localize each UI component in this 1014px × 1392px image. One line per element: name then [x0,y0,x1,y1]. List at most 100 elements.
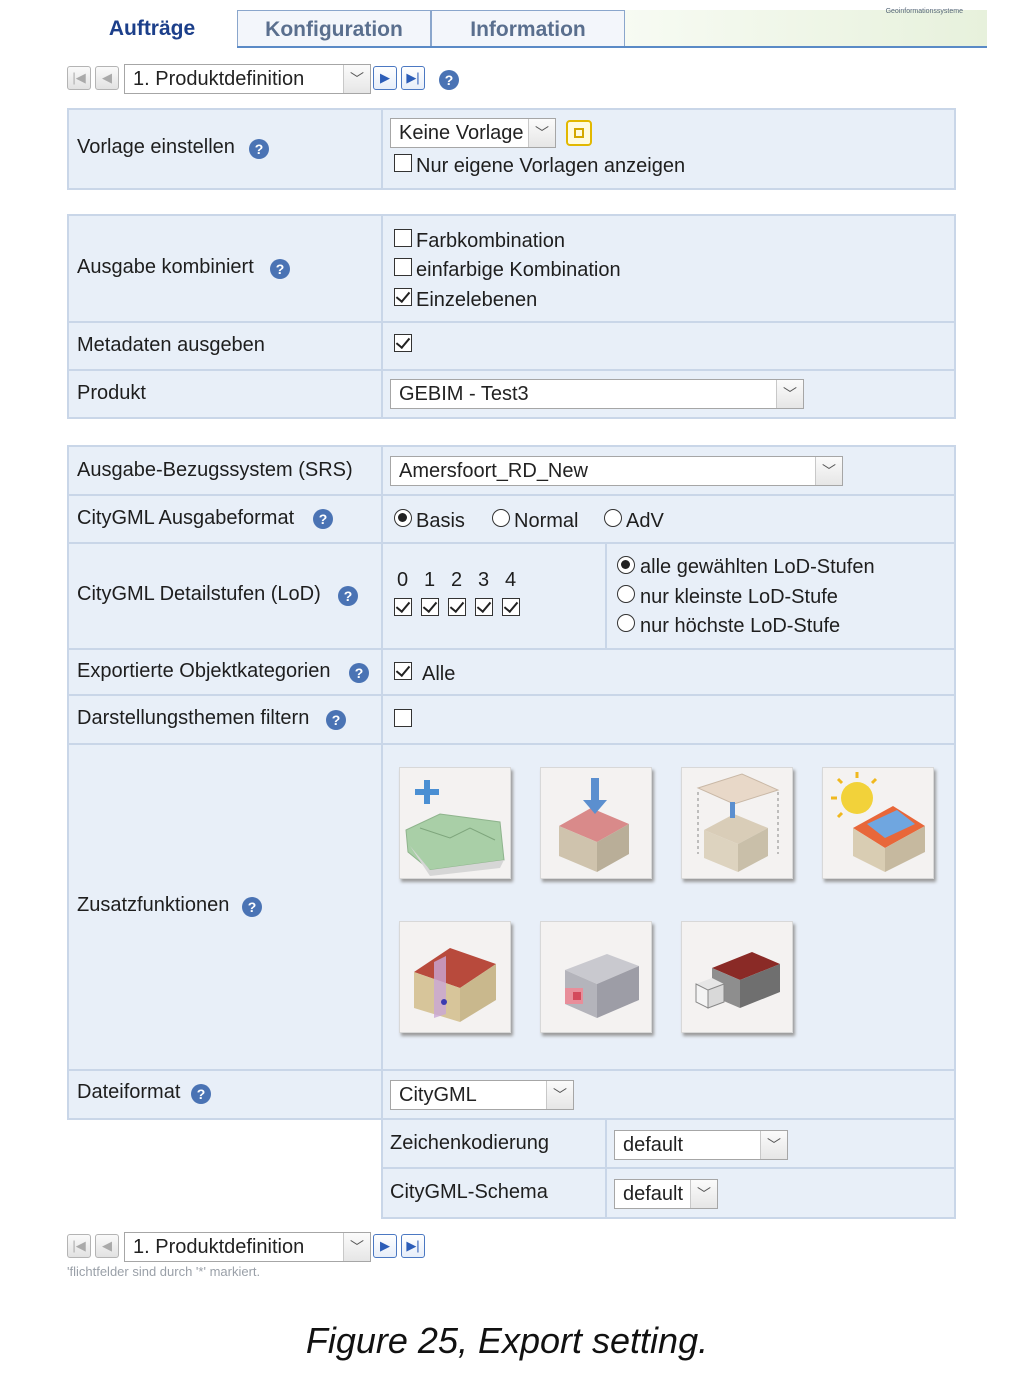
building-drop-icon [559,778,629,872]
tab-bar: Geoinformationssysteme Aufträge Konfigur… [67,8,987,48]
building-cut-icon [565,954,639,1018]
farbkombination-label: Farbkombination [416,230,565,252]
help-icon[interactable]: ? [313,509,333,529]
vorlage-select-value: Keine Vorlage [399,122,524,144]
lod-mode-min-label: nur kleinste LoD-Stufe [640,586,838,608]
einzelebenen-checkbox[interactable] [394,288,412,306]
chevron-down-icon: ﹀ [815,457,842,485]
lod-2-checkbox[interactable] [448,598,466,616]
next-step-button[interactable]: ▶ [373,66,397,90]
produkt-label: Produkt [77,382,146,404]
lod-4-label: 4 [505,569,517,591]
lod-mode-all-label: alle gewählten LoD-Stufen [640,556,875,578]
srs-label: Ausgabe-Bezugssystem (SRS) [77,459,353,481]
srs-select[interactable]: Amersfoort_RD_New ﹀ [390,456,843,486]
themen-value-cell [381,694,956,745]
produkt-select-value: GEBIM - Test3 [399,383,529,405]
own-templates-label: Nur eigene Vorlagen anzeigen [416,155,686,177]
building-section-button[interactable] [399,921,511,1033]
next-step-button[interactable]: ▶ [373,1234,397,1258]
lod-4-checkbox[interactable] [502,598,520,616]
help-icon[interactable]: ? [349,663,369,683]
building-section-icon [414,948,496,1022]
metadaten-checkbox[interactable] [394,334,412,352]
lod-1-label: 1 [424,569,436,591]
first-step-button[interactable]: |◀ [67,1234,91,1258]
required-fields-note: 'flichtfelder sind durch '*' markiert. [67,1264,261,1279]
einzelebenen-label: Einzelebenen [416,289,538,311]
lod-0-label: 0 [397,569,409,591]
encoding-select[interactable]: default ﹀ [614,1130,788,1160]
step-select[interactable]: 1. Produktdefinition ﹀ [124,1232,371,1262]
format-value-cell [381,494,956,544]
step-select[interactable]: 1. Produktdefinition ﹀ [124,64,371,94]
objekt-alle-checkbox[interactable] [394,662,412,680]
themen-checkbox[interactable] [394,709,412,727]
first-step-button[interactable]: |◀ [67,66,91,90]
chevron-down-icon: ﹀ [760,1131,787,1159]
vorlage-label: Vorlage einstellen [77,136,235,158]
prev-step-button[interactable]: ◀ [95,66,119,90]
lod-mode-min-radio[interactable] [617,585,635,603]
einfarbig-checkbox[interactable] [394,258,412,276]
building-drop-button[interactable] [540,767,652,879]
format-normal-label: Normal [514,510,579,532]
encoding-label: Zeichenkodierung [390,1132,549,1154]
srs-select-value: Amersfoort_RD_New [399,460,588,482]
chevron-down-icon: ﹀ [776,380,803,408]
objekt-label: Exportierte Objektkategorien [77,660,331,682]
header-logo-area: Geoinformationssysteme [624,8,987,46]
building-block-button[interactable] [681,921,793,1033]
texture-map-button[interactable] [681,767,793,879]
format-basis-label: Basis [416,510,465,532]
objekt-alle-label: Alle [422,663,456,685]
lod-3-label: 3 [478,569,490,591]
lod-0-checkbox[interactable] [394,598,412,616]
lod-mode-all-radio[interactable] [617,556,635,574]
einfarbig-label: einfarbige Kombination [416,259,621,281]
dateiformat-select[interactable]: CityGML ﹀ [390,1080,574,1110]
help-icon[interactable]: ? [439,70,459,90]
template-manage-button[interactable] [566,120,592,146]
produkt-select[interactable]: GEBIM - Test3 ﹀ [390,379,804,409]
step-navigation-bottom: |◀ ◀ 1. Produktdefinition ﹀ ▶ ▶| [67,1232,447,1262]
step-select-value: 1. Produktdefinition [133,68,305,90]
last-step-button[interactable]: ▶| [401,1234,425,1258]
vorlage-select[interactable]: Keine Vorlage ﹀ [390,118,556,148]
texture-map-icon [696,773,780,872]
help-icon[interactable]: ? [270,259,290,279]
schema-select[interactable]: default ﹀ [614,1179,718,1209]
format-normal-radio[interactable] [492,509,510,527]
help-icon[interactable]: ? [326,710,346,730]
lod-levels-cell [381,542,607,650]
chevron-down-icon: ﹀ [690,1180,717,1208]
schema-label: CityGML-Schema [390,1181,548,1203]
format-adv-label: AdV [626,510,664,532]
step-navigation-top: |◀ ◀ 1. Produktdefinition ﹀ ▶ ▶| ? [67,64,487,94]
terrain-add-button[interactable] [399,767,511,879]
terrain-add-icon [405,780,505,876]
format-adv-radio[interactable] [604,509,622,527]
datei-label: Dateiformat [77,1081,181,1103]
step-select-value: 1. Produktdefinition [133,1236,305,1258]
format-basis-radio[interactable] [394,509,412,527]
lod-mode-max-radio[interactable] [617,614,635,632]
lod-1-checkbox[interactable] [421,598,439,616]
own-templates-checkbox[interactable] [394,154,412,172]
chevron-down-icon: ﹀ [343,1233,370,1261]
building-cut-button[interactable] [540,921,652,1033]
chevron-down-icon: ﹀ [343,65,370,93]
prev-step-button[interactable]: ◀ [95,1234,119,1258]
chevron-down-icon: ﹀ [528,119,555,147]
solar-roof-button[interactable] [822,767,934,879]
help-icon[interactable]: ? [191,1084,211,1104]
tab-konfiguration[interactable]: Konfiguration [237,10,431,46]
help-icon[interactable]: ? [338,586,358,606]
tab-information[interactable]: Information [431,10,625,46]
tab-auftraege[interactable]: Aufträge [67,10,237,46]
help-icon[interactable]: ? [249,139,269,159]
lod-3-checkbox[interactable] [475,598,493,616]
help-icon[interactable]: ? [242,897,262,917]
farbkombination-checkbox[interactable] [394,229,412,247]
last-step-button[interactable]: ▶| [401,66,425,90]
